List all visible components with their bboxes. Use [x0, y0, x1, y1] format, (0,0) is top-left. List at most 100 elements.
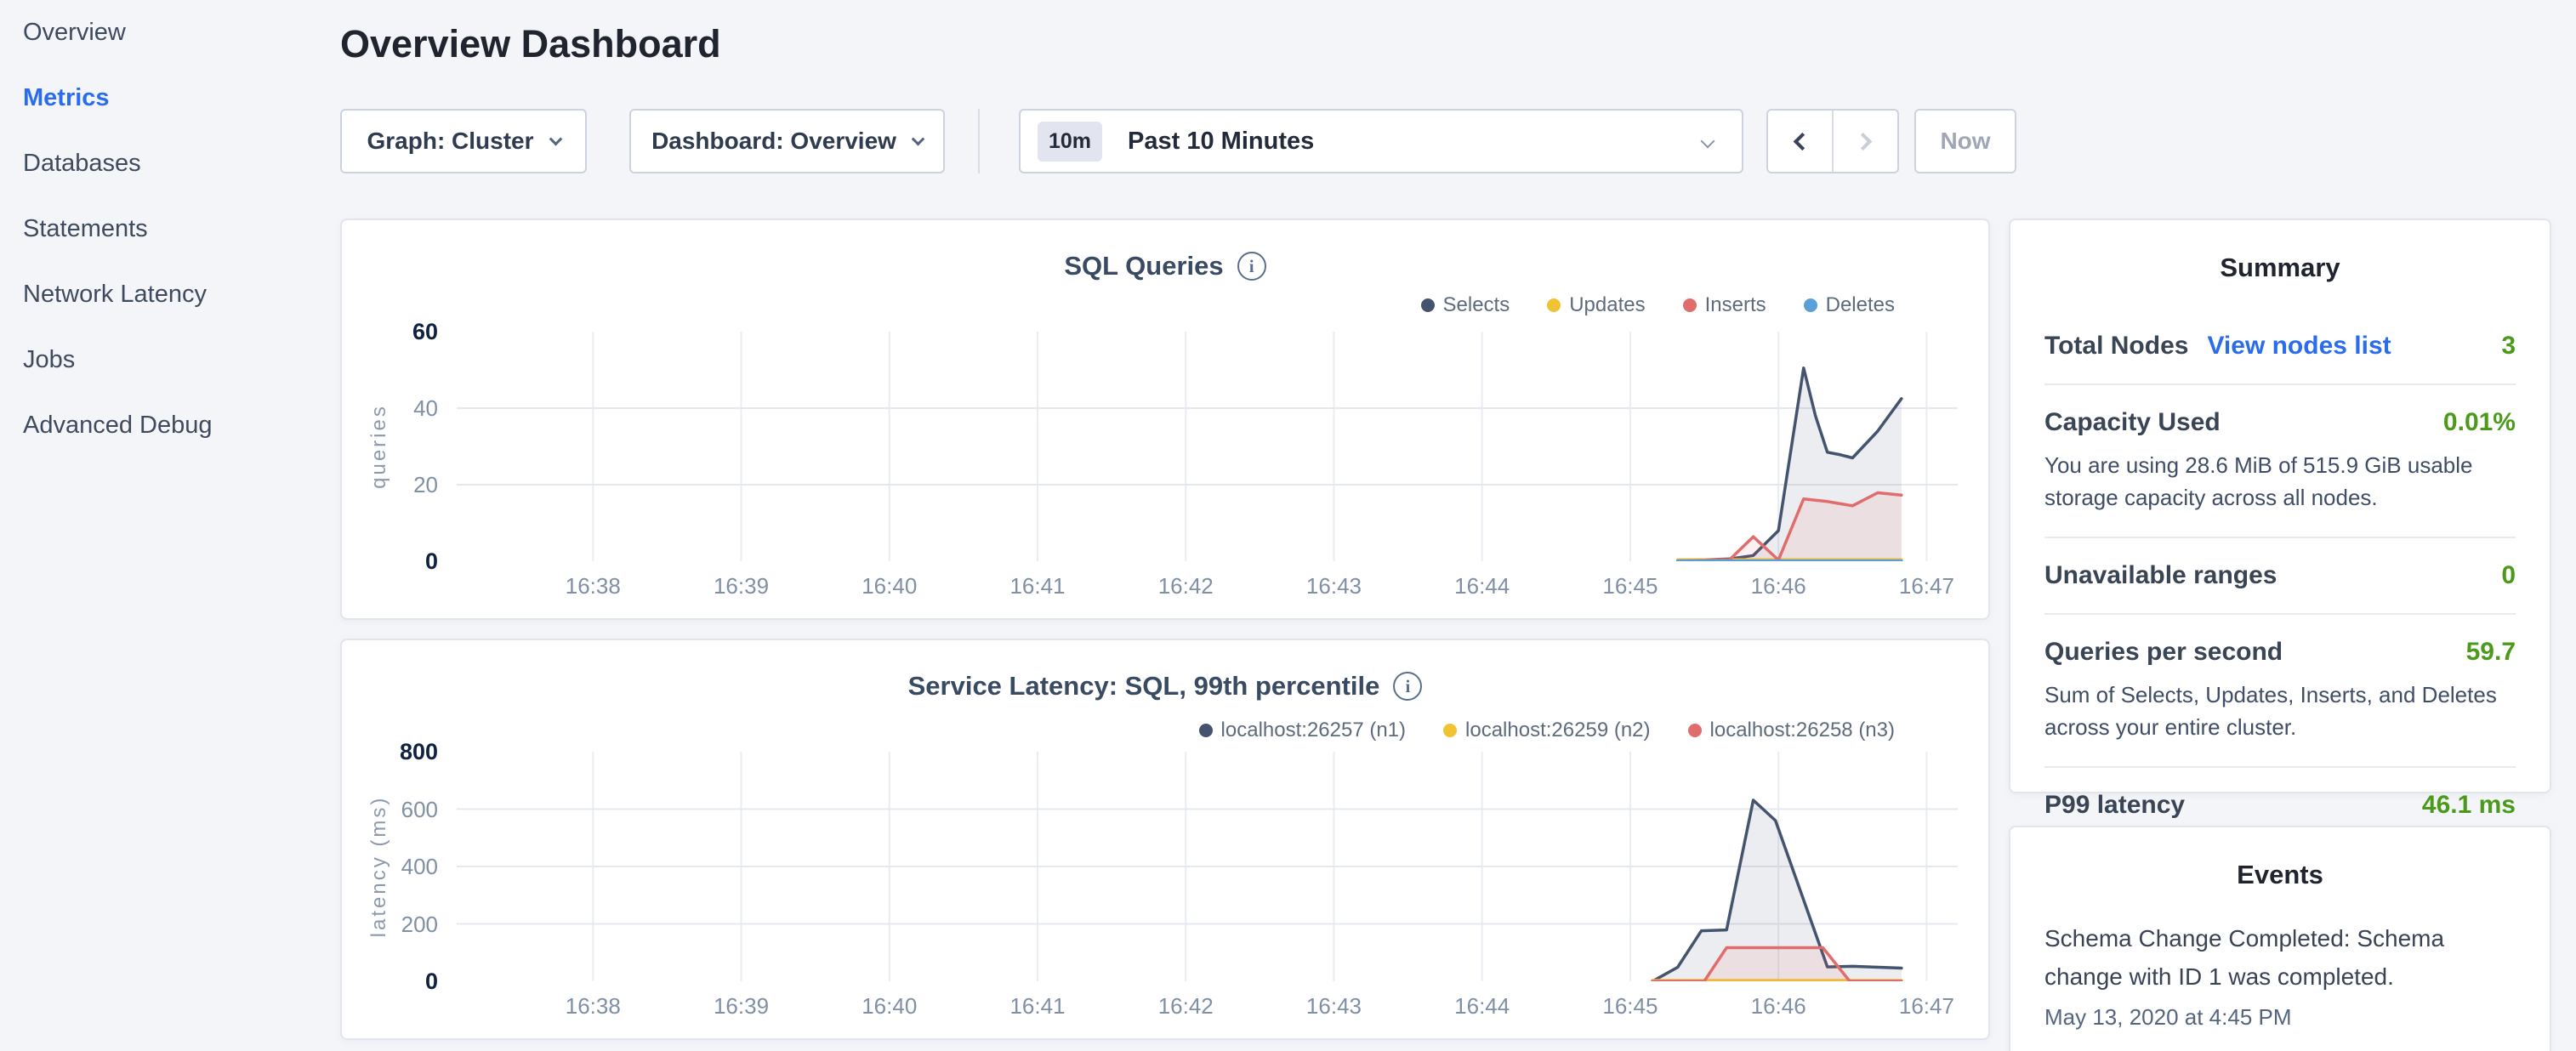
time-next-button[interactable] [1832, 111, 1897, 172]
legend-item: localhost:26258 (n3) [1688, 719, 1895, 742]
graph-dropdown[interactable]: Graph: Cluster [340, 109, 587, 173]
summary-panel: Summary Total Nodes View nodes list 3 Capac… [2009, 219, 2551, 793]
summary-row: Queries per second 59.7 Sum of Selects, Up… [2044, 615, 2516, 766]
y-tick-label: 60 [353, 318, 438, 345]
time-step-buttons [1766, 109, 1899, 173]
sidebar: OverviewMetricsDatabasesStatementsNetwor… [0, 0, 340, 1051]
x-tick-label: 16:45 [1571, 573, 1690, 599]
time-prev-button[interactable] [1768, 111, 1832, 172]
legend-label: localhost:26257 (n1) [1221, 719, 1406, 742]
chart-plot[interactable] [457, 752, 1958, 981]
x-tick-label: 16:39 [682, 993, 801, 1020]
x-tick-label: 16:47 [1867, 573, 1986, 599]
summary-metric-label: Unavailable ranges [2044, 561, 2277, 590]
chevron-left-icon [1794, 132, 1811, 150]
legend-item: Updates [1547, 293, 1645, 317]
sidebar-item-jobs[interactable]: Jobs [0, 327, 340, 393]
sql-queries-chart-panel: SQL Queries i SelectsUpdatesInsertsDelet… [340, 219, 1990, 620]
summary-metric-subtext: Sum of Selects, Updates, Inserts, and De… [2044, 679, 2516, 743]
legend-dot [1547, 298, 1561, 312]
legend-dot [1199, 724, 1213, 737]
sidebar-item-advanced-debug[interactable]: Advanced Debug [0, 393, 340, 458]
events-title: Events [2010, 860, 2550, 890]
legend-item: Selects [1421, 293, 1510, 317]
y-tick-label: 600 [353, 796, 438, 823]
x-tick-label: 16:45 [1571, 993, 1690, 1020]
summary-metric-label: Queries per second [2044, 638, 2283, 667]
y-tick-label: 800 [353, 738, 438, 765]
sidebar-item-statements[interactable]: Statements [0, 196, 340, 262]
sidebar-item-overview[interactable]: Overview [0, 0, 340, 65]
sidebar-item-databases[interactable]: Databases [0, 131, 340, 196]
sidebar-item-network-latency[interactable]: Network Latency [0, 262, 340, 327]
page-title: Overview Dashboard [340, 22, 721, 66]
summary-metric-label: Total Nodes [2044, 332, 2188, 361]
service-latency-chart-panel: Service Latency: SQL, 99th percentile i … [340, 639, 1990, 1040]
summary-metric-value: 3 [2501, 332, 2516, 361]
summary-rows: Total Nodes View nodes list 3 Capacity Used… [2044, 309, 2516, 843]
info-icon[interactable]: i [1237, 252, 1266, 281]
time-range-badge: 10m [1038, 122, 1102, 162]
legend-item: localhost:26257 (n1) [1199, 719, 1406, 742]
summary-metric-value: 46.1 ms [2422, 791, 2516, 820]
x-tick-label: 16:46 [1719, 993, 1838, 1020]
x-tick-label: 16:39 [682, 573, 801, 599]
app-root: OverviewMetricsDatabasesStatementsNetwor… [0, 0, 2576, 1051]
dashboard-dropdown-label: Dashboard: Overview [651, 128, 896, 155]
now-button[interactable]: Now [1914, 109, 2016, 173]
legend-label: Inserts [1705, 293, 1766, 317]
summary-metric-subtext: You are using 28.6 MiB of 515.9 GiB usab… [2044, 449, 2516, 514]
x-tick-label: 16:42 [1126, 993, 1245, 1020]
chart-plot[interactable] [457, 332, 1958, 561]
legend-label: Updates [1569, 293, 1645, 317]
x-tick-label: 16:40 [830, 573, 949, 599]
legend-item: Deletes [1804, 293, 1895, 317]
view-nodes-link[interactable]: View nodes list [2207, 332, 2391, 361]
y-tick-label: 400 [353, 853, 438, 880]
event-item: Schema Change Completed: Schema change w… [2044, 919, 2516, 1031]
summary-metric-value: 59.7 [2466, 638, 2516, 667]
graph-dropdown-label: Graph: Cluster [367, 128, 533, 155]
summary-row-head: Unavailable ranges 0 [2044, 561, 2516, 590]
summary-metric-label: P99 latency [2044, 791, 2185, 820]
x-tick-label: 16:41 [978, 993, 1097, 1020]
event-timestamp: May 13, 2020 at 4:45 PM [2044, 1004, 2516, 1031]
y-axis-label: queries [367, 302, 395, 591]
sidebar-item-metrics[interactable]: Metrics [0, 65, 340, 131]
summary-metric-value: 0.01% [2443, 408, 2516, 437]
summary-row-head: Total Nodes View nodes list 3 [2044, 332, 2516, 361]
summary-title: Summary [2010, 253, 2550, 283]
dashboard-dropdown[interactable]: Dashboard: Overview [629, 109, 945, 173]
x-tick-label: 16:42 [1126, 573, 1245, 599]
toolbar-divider [978, 109, 980, 173]
summary-row-head: P99 latency 46.1 ms [2044, 791, 2516, 820]
summary-row: Unavailable ranges 0 [2044, 538, 2516, 613]
x-tick-label: 16:46 [1719, 573, 1838, 599]
info-icon[interactable]: i [1393, 672, 1422, 701]
legend-dot [1421, 298, 1435, 312]
summary-row: Total Nodes View nodes list 3 [2044, 309, 2516, 383]
chevron-down-icon [1701, 134, 1715, 149]
events-panel: Events Schema Change Completed: Schema c… [2009, 826, 2551, 1051]
chart-legend: Selects Updates Inserts Deletes [1421, 293, 1896, 317]
legend-label: Deletes [1826, 293, 1895, 317]
chevron-down-icon [912, 132, 925, 145]
y-tick-label: 0 [353, 968, 438, 995]
x-tick-label: 16:47 [1867, 993, 1986, 1020]
time-range-picker[interactable]: 10m Past 10 Minutes [1019, 109, 1743, 173]
x-tick-label: 16:44 [1423, 993, 1542, 1020]
legend-dot [1683, 298, 1697, 312]
y-tick-label: 200 [353, 911, 438, 938]
legend-item: Inserts [1683, 293, 1766, 317]
legend-item: localhost:26259 (n2) [1443, 719, 1650, 742]
legend-label: Selects [1443, 293, 1510, 317]
summary-metric-value: 0 [2501, 561, 2516, 590]
x-tick-label: 16:41 [978, 573, 1097, 599]
summary-metric-label: Capacity Used [2044, 408, 2221, 437]
y-tick-label: 20 [353, 471, 438, 498]
y-tick-label: 0 [353, 548, 438, 575]
chart-title: Service Latency: SQL, 99th percentile [908, 671, 1380, 702]
x-tick-label: 16:40 [830, 993, 949, 1020]
chevron-right-icon [1854, 132, 1872, 150]
x-tick-label: 16:43 [1274, 993, 1393, 1020]
